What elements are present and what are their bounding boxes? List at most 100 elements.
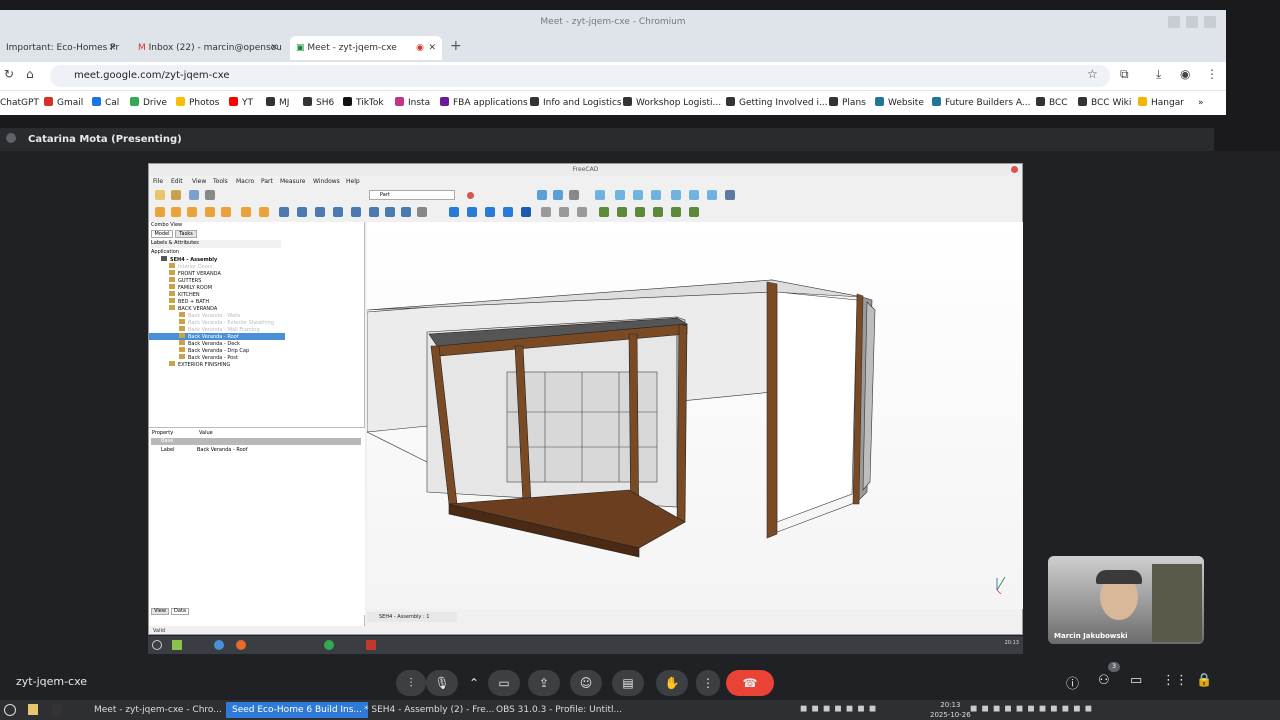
fillet-icon[interactable] (333, 207, 343, 217)
emoji-button[interactable]: ☺ (570, 670, 602, 696)
people-icon[interactable]: ⚇ (1098, 673, 1110, 688)
bookmark-item[interactable]: BCC Wiki (1078, 91, 1131, 116)
close-tab-icon[interactable]: ✕ (108, 36, 116, 60)
terminal-icon[interactable] (52, 704, 62, 715)
minimize-icon[interactable] (1168, 16, 1180, 28)
more-options-button[interactable]: ⋮ (696, 670, 720, 696)
address-bar[interactable]: meet.google.com/zyt-jqem-cxe (50, 65, 1110, 87)
tree-item[interactable]: GUTTERS (149, 277, 365, 284)
common-icon[interactable] (503, 207, 513, 217)
print-icon[interactable] (205, 190, 215, 200)
split-icon[interactable] (541, 207, 551, 217)
menu-help[interactable]: Help (346, 178, 360, 185)
bookmark-item[interactable]: Photos (176, 91, 219, 116)
view-iso-icon[interactable] (595, 190, 605, 200)
tree-item[interactable]: Back Veranda - Walls (149, 312, 365, 319)
home-icon[interactable]: ⌂ (26, 67, 34, 81)
tab-tasks[interactable]: Tasks (175, 230, 197, 238)
bookmark-item[interactable]: Cal (92, 91, 119, 116)
tree-item[interactable]: KITCHEN (149, 291, 365, 298)
files-icon[interactable] (28, 704, 38, 715)
part-cylinder-icon[interactable] (171, 207, 181, 217)
tree-item[interactable]: EXTERIOR FINISHING (149, 361, 365, 368)
view-right-icon[interactable] (651, 190, 661, 200)
tree-item[interactable]: BACK VERANDA (149, 305, 365, 312)
part-sphere-icon[interactable] (187, 207, 197, 217)
tab-item[interactable]: M Inbox (22) - marcin@opensou ✕ (132, 36, 284, 60)
maximize-icon[interactable] (1186, 16, 1198, 28)
taskbar-item-active[interactable]: Seed Eco-Home 6 Build Ins... (226, 702, 369, 718)
bookmark-item[interactable]: TikTok (343, 91, 384, 116)
attachment-icon[interactable] (599, 207, 609, 217)
part-shape-builder-icon[interactable] (259, 207, 269, 217)
revolve-icon[interactable] (297, 207, 307, 217)
menu-tools[interactable]: Tools (213, 178, 228, 185)
loft-icon[interactable] (385, 207, 395, 217)
section-icon[interactable] (417, 207, 427, 217)
bookmark-item[interactable]: YT (229, 91, 253, 116)
tab-view[interactable]: View (151, 608, 169, 615)
measure-linear-icon[interactable] (689, 207, 699, 217)
tab-model[interactable]: Model (151, 230, 173, 238)
reload-icon[interactable]: ↻ (4, 67, 14, 81)
tray-icons[interactable]: ◼◼◼◼◼◼◼◼◼◼◼ (970, 704, 1200, 716)
captions-button[interactable]: ▤ (612, 670, 644, 696)
tab-data[interactable]: Data (171, 608, 189, 615)
extrude-icon[interactable] (279, 207, 289, 217)
chat-icon[interactable]: ▭ (1130, 673, 1142, 688)
tree-item-selected[interactable]: Back Veranda - Roof (149, 333, 285, 340)
cut-icon[interactable] (467, 207, 477, 217)
system-tray[interactable]: ◼◼◼◼◼◼◼ (800, 704, 940, 716)
extensions-icon[interactable]: ⧉ (1120, 67, 1129, 82)
part-torus-icon[interactable] (221, 207, 231, 217)
new-icon[interactable] (155, 190, 165, 200)
view-front-icon[interactable] (615, 190, 625, 200)
menu-view[interactable]: View (192, 178, 206, 185)
tree-item[interactable]: BED + BATH (149, 298, 365, 305)
bookmark-item[interactable]: Website (875, 91, 924, 116)
tree-item[interactable]: FRONT VERANDA (149, 270, 365, 277)
participant-tile[interactable]: Marcin Jakubowski (1048, 556, 1204, 644)
open-icon[interactable] (171, 190, 181, 200)
leave-call-button[interactable]: ☎ (726, 670, 774, 696)
color-per-face-icon[interactable] (671, 207, 681, 217)
activities-icon[interactable]: ⋮⋮ (1162, 673, 1188, 688)
audio-levels-icon[interactable]: ⫶ (396, 670, 426, 696)
record-macro-icon[interactable] (467, 192, 474, 199)
menu-measure[interactable]: Measure (280, 178, 306, 185)
view-top-icon[interactable] (633, 190, 643, 200)
bookmark-item[interactable]: FBA applications (440, 91, 528, 116)
download-icon[interactable]: ⤓ (1156, 67, 1161, 82)
view-rear-icon[interactable] (671, 190, 681, 200)
bookmark-item[interactable]: Info and Logistics (530, 91, 622, 116)
tab-item-active[interactable]: ▣ Meet - zyt-jqem-cxe ◉ ✕ (290, 36, 442, 60)
part-box-icon[interactable] (155, 207, 165, 217)
new-tab-icon[interactable]: + (450, 38, 462, 54)
offset-icon[interactable] (617, 207, 627, 217)
tab-item[interactable]: Important: Eco-Homes Pr ✕ (0, 36, 122, 60)
workbench-selector[interactable]: Part (369, 190, 455, 200)
bookmark-item[interactable]: Getting Involved i... (726, 91, 828, 116)
save-icon[interactable] (189, 190, 199, 200)
chamfer-icon[interactable] (351, 207, 361, 217)
zoom-icon[interactable] (553, 190, 563, 200)
draw-style-icon[interactable] (569, 190, 579, 200)
bookmark-item[interactable]: Insta (395, 91, 430, 116)
fuse-icon[interactable] (485, 207, 495, 217)
tree-item[interactable]: Interior Doors (149, 263, 365, 270)
menu-part[interactable]: Part (261, 178, 273, 185)
more-bookmarks-icon[interactable]: » (1198, 91, 1204, 116)
measure-icon[interactable] (725, 190, 735, 200)
check-geometry-icon[interactable] (577, 207, 587, 217)
mirror-icon[interactable] (315, 207, 325, 217)
info-icon[interactable]: ⓘ (1066, 673, 1079, 692)
taskbar-item[interactable]: OBS 31.0.3 - Profile: Untitl... (490, 702, 628, 718)
start-menu-icon[interactable] (4, 704, 16, 716)
menu-macro[interactable]: Macro (236, 178, 254, 185)
menu-file[interactable]: File (153, 178, 163, 185)
profile-icon[interactable]: ◉ (1180, 67, 1190, 81)
bookmark-item[interactable]: Plans (829, 91, 866, 116)
close-tab-icon[interactable]: ✕ (270, 36, 278, 60)
part-cone-icon[interactable] (205, 207, 215, 217)
menu-edit[interactable]: Edit (171, 178, 183, 185)
